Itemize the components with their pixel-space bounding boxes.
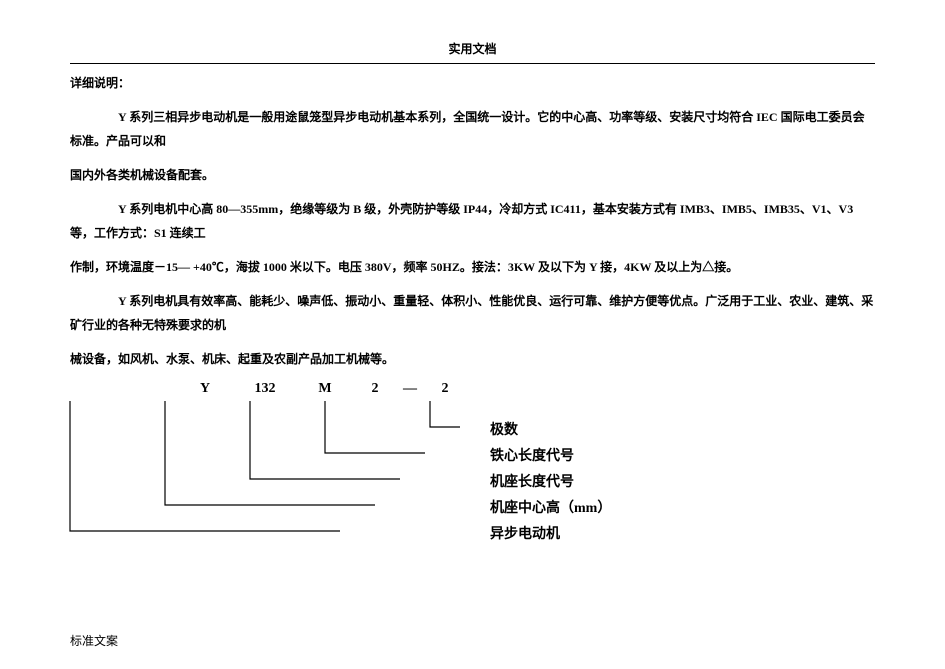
paragraph-1-line-2: 国内外各类机械设备配套。: [70, 163, 875, 187]
page-header: 实用文档: [70, 40, 875, 57]
paragraph-2-line-1: Y 系列电机中心高 80—355mm，绝缘等级为 B 级，外壳防护等级 IP44…: [70, 197, 875, 245]
segment-2b-label: 2: [442, 381, 449, 397]
desc-center-h: 机座中心高（mm）: [490, 497, 611, 517]
desc-core-len: 铁心长度代号: [490, 445, 574, 465]
segment-dash: —: [400, 381, 420, 397]
segment-2b: 2: [430, 381, 460, 397]
model-number-diagram: Y 132 M 2 —: [190, 381, 710, 551]
page-footer: 标准文案: [70, 632, 118, 649]
desc-frame-len: 机座长度代号: [490, 471, 574, 491]
segment-y-label: Y: [200, 381, 210, 397]
bracket-2b: [415, 401, 475, 441]
paragraph-3-line-1: Y 系列电机具有效率高、能耗少、噪声低、振动小、重量轻、体积小、性能优良、运行可…: [70, 289, 875, 337]
paragraph-3-line-2: 械设备，如风机、水泵、机床、起重及农副产品加工机械等。: [70, 347, 875, 371]
segment-2a: 2: [360, 381, 390, 397]
paragraph-2-line-2: 作制，环境温度－15— +40℃，海拔 1000 米以下。电压 380V，频率 …: [70, 255, 875, 279]
segment-m: M: [310, 381, 340, 397]
segment-dash-label: —: [403, 381, 417, 397]
segment-y: Y: [190, 381, 220, 397]
paragraph-1-line-1: Y 系列三相异步电动机是一般用途鼠笼型异步电动机基本系列，全国统一设计。它的中心…: [70, 105, 875, 153]
section-title: 详细说明：: [70, 74, 875, 91]
desc-poles: 极数: [490, 419, 518, 439]
header-rule: [70, 63, 875, 64]
segment-132: 132: [240, 381, 290, 397]
segment-2a-label: 2: [372, 381, 379, 397]
segment-m-label: M: [318, 381, 331, 397]
segment-132-label: 132: [255, 381, 276, 397]
body-text: Y 系列三相异步电动机是一般用途鼠笼型异步电动机基本系列，全国统一设计。它的中心…: [70, 105, 875, 371]
desc-async-motor: 异步电动机: [490, 523, 560, 543]
